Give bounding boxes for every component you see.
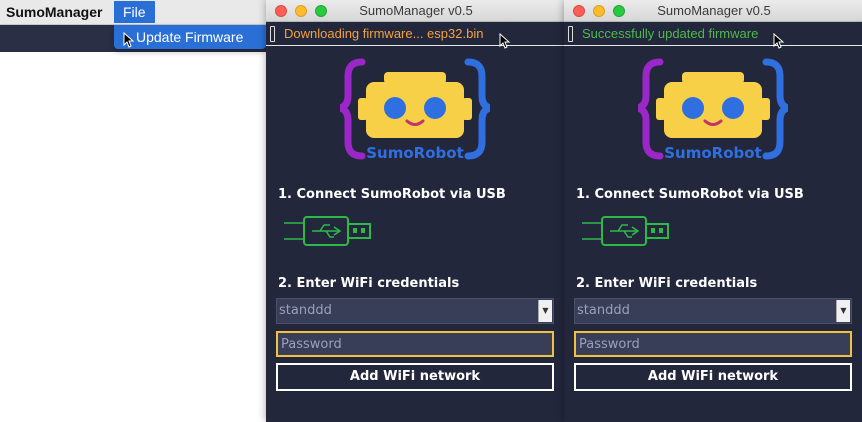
wifi-ssid-select[interactable]: standdd ▼ — [276, 298, 554, 324]
chevron-down-icon[interactable]: ▼ — [538, 300, 552, 322]
sumorobot-logo: SumoRobot — [340, 58, 490, 162]
step-connect-usb: 1. Connect SumoRobot via USB — [576, 187, 804, 202]
usb-cable-icon — [582, 216, 669, 246]
step-connect-usb: 1. Connect SumoRobot via USB — [278, 187, 506, 202]
status-bar: Successfully updated firmware — [564, 22, 862, 46]
password-input[interactable] — [574, 331, 852, 357]
status-message: Downloading firmware... esp32.bin — [284, 26, 484, 41]
logo-text: SumoRobot — [366, 144, 464, 162]
mouse-cursor-icon — [773, 33, 785, 49]
titlebar: SumoManager v0.5 — [564, 0, 862, 22]
status-handle — [270, 26, 275, 42]
mouse-cursor-icon — [499, 33, 511, 49]
add-wifi-network-button[interactable]: Add WiFi network — [276, 363, 554, 391]
file-menu[interactable]: File — [114, 1, 155, 23]
ssid-value: standdd — [577, 303, 630, 318]
status-bar: Downloading firmware... esp32.bin — [266, 22, 566, 46]
step-wifi-credentials: 2. Enter WiFi credentials — [278, 276, 460, 291]
usb-cable-icon — [284, 216, 371, 246]
app-menubar: SumoManager File — [0, 0, 270, 25]
add-wifi-network-button[interactable]: Add WiFi network — [574, 363, 852, 391]
update-firmware-menu-item[interactable]: Update Firmware — [114, 25, 266, 49]
status-handle — [568, 26, 573, 42]
window-title: SumoManager v0.5 — [657, 3, 771, 18]
app-name: SumoManager — [6, 4, 103, 20]
logo-text: SumoRobot — [664, 144, 762, 162]
sumorobot-logo: SumoRobot — [638, 58, 788, 162]
ssid-value: standdd — [279, 303, 332, 318]
app-window-downloading: SumoManager v0.5 Downloading firmware...… — [266, 0, 566, 422]
window-title: SumoManager v0.5 — [359, 3, 473, 18]
wifi-ssid-select[interactable]: standdd ▼ — [574, 298, 852, 324]
status-message: Successfully updated firmware — [582, 26, 759, 41]
app-window-success: SumoManager v0.5 Successfully updated fi… — [564, 0, 862, 422]
step-wifi-credentials: 2. Enter WiFi credentials — [576, 276, 758, 291]
mouse-cursor-icon — [123, 32, 135, 48]
file-dropdown: Update Firmware — [114, 25, 266, 49]
chevron-down-icon[interactable]: ▼ — [836, 300, 850, 322]
titlebar: SumoManager v0.5 — [266, 0, 566, 22]
password-input[interactable] — [276, 331, 554, 357]
